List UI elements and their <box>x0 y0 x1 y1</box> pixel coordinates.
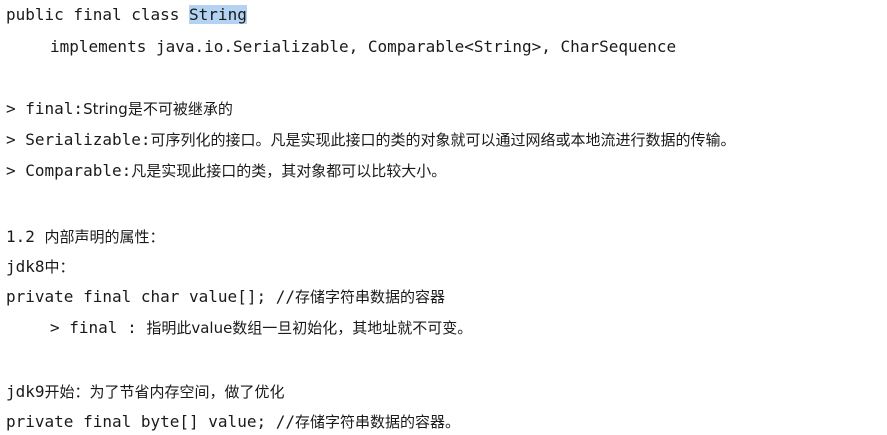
jdk9-label: jdk9开始：为了节省内存空间，做了优化 <box>6 381 285 403</box>
jdk9-declaration: private final byte[] value; //存储字符串数据的容器… <box>6 411 460 433</box>
jdk8-declaration-code: private final char value[]; // <box>6 287 295 306</box>
note-comparable: > Comparable:凡是实现此接口的类，其对象都可以比较大小。 <box>6 160 446 182</box>
jdk9-label-text: 开始：为了节省内存空间，做了优化 <box>44 383 285 401</box>
jdk8-declaration: private final char value[]; //存储字符串数据的容器 <box>6 286 445 308</box>
jdk9-label-code: jdk9 <box>6 382 45 401</box>
note-final-key: > final: <box>6 99 84 118</box>
note-comparable-text: 凡是实现此接口的类，其对象都可以比较大小。 <box>131 162 447 180</box>
note-serializable-text: 可序列化的接口。凡是实现此接口的类的对象就可以通过网络或本地流进行数据的传输。 <box>150 131 736 149</box>
note-serializable: > Serializable:可序列化的接口。凡是实现此接口的类的对象就可以通过… <box>6 129 736 151</box>
jdk8-label-code: jdk8 <box>6 257 45 276</box>
jdk8-final-note-code: > final : <box>50 318 147 337</box>
note-final: > final:String是不可被继承的 <box>6 98 233 120</box>
jdk8-final-note-text: 指明此value数组一旦初始化，其地址就不可变。 <box>146 319 473 337</box>
implements-line: implements java.io.Serializable, Compara… <box>50 37 677 56</box>
document-area: public final class String implements jav… <box>0 0 887 435</box>
section-heading-number: 1.2 <box>6 227 45 246</box>
jdk8-final-note: > final : 指明此value数组一旦初始化，其地址就不可变。 <box>50 317 472 339</box>
selected-class-name[interactable]: String <box>189 5 247 24</box>
jdk9-declaration-comment: 存储字符串数据的容器。 <box>294 413 460 431</box>
class-declaration-prefix: public final class <box>6 5 190 24</box>
class-declaration-line: public final class String <box>6 4 247 26</box>
section-heading: 1.2 内部声明的属性： <box>6 226 165 248</box>
note-comparable-key: > Comparable: <box>6 161 132 180</box>
jdk8-label-text: 中： <box>44 258 75 276</box>
note-final-text: String是不可被继承的 <box>83 100 233 118</box>
jdk8-label: jdk8中： <box>6 256 75 278</box>
jdk9-declaration-code: private final byte[] value; // <box>6 412 295 431</box>
section-heading-text: 内部声明的属性： <box>44 228 165 246</box>
note-serializable-key: > Serializable: <box>6 130 151 149</box>
jdk8-declaration-comment: 存储字符串数据的容器 <box>294 288 445 306</box>
